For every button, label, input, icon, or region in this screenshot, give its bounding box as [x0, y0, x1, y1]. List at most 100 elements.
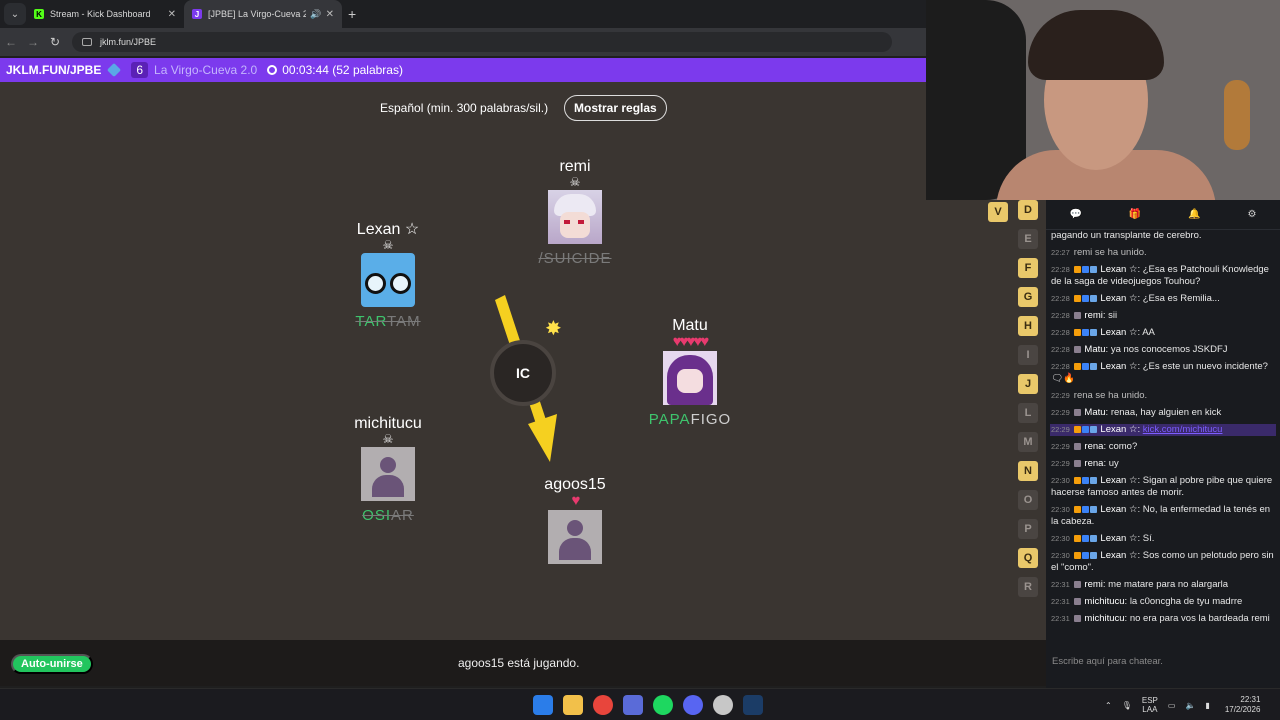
badge-icon — [1089, 328, 1097, 336]
volume-icon[interactable]: 🔈 — [1185, 701, 1195, 710]
windows-taskbar: ⌃ 🎙 ESP LAA ▭ 🔈 ▮ 22:31 17/2/2026 — [0, 688, 1280, 720]
badge-icon — [1073, 534, 1081, 542]
tab-jklm[interactable]: J [JPBE] La Virgo-Cueva 2.0 🔊 ✕ — [184, 0, 342, 28]
syllable: IC — [516, 365, 530, 381]
chat-message: 22:30 Lexan ☆: Sí. — [1051, 533, 1155, 544]
chrome-icon[interactable] — [593, 695, 613, 715]
chat-username[interactable]: Lexan ☆ — [1100, 293, 1137, 304]
room-name: La Virgo-Cueva 2.0 — [154, 63, 258, 77]
letter-m: M — [1018, 432, 1038, 452]
tab-kick-dashboard[interactable]: K Stream - Kick Dashboard ✕ — [26, 0, 184, 28]
chat-username[interactable]: Lexan ☆ — [1100, 550, 1137, 561]
kick-favicon-icon: K — [34, 9, 44, 19]
letter-q: Q — [1018, 548, 1038, 568]
chat-link[interactable]: kick.com/michitucu — [1143, 424, 1223, 435]
player-name: michitucu — [354, 415, 422, 432]
player-name: Lexan ☆ — [356, 221, 420, 238]
chat-username[interactable]: michitucu — [1084, 596, 1124, 607]
chat-bubble-icon[interactable]: 💬 — [1069, 209, 1081, 220]
battery-icon[interactable]: ▮ — [1205, 701, 1209, 710]
badge-icon — [1089, 551, 1097, 559]
letter-p: P — [1018, 519, 1038, 539]
letter-d: D — [1018, 200, 1038, 220]
steam-icon[interactable] — [743, 695, 763, 715]
badge-icon — [1073, 476, 1081, 484]
taskbar-clock[interactable]: 22:31 17/2/2026 — [1225, 695, 1261, 715]
bell-icon[interactable]: 🔔 — [1188, 209, 1200, 220]
chat-message: pagando un transplante de cerebro. — [1051, 230, 1202, 241]
chat-message: 22:29 Matu: renaa, hay alguien en kick — [1051, 407, 1222, 418]
url-input[interactable]: jklm.fun/JPBE — [72, 32, 892, 52]
badge-icon — [1073, 425, 1081, 433]
chat-username[interactable]: Lexan ☆ — [1100, 475, 1137, 486]
chat-username[interactable]: Lexan ☆ — [1100, 424, 1137, 435]
chat-username[interactable]: Lexan ☆ — [1100, 533, 1137, 544]
chat-message: 22:31 michitucu: la c0oncgha de tyu madr… — [1051, 596, 1243, 607]
forward-icon[interactable]: → — [22, 35, 44, 49]
avatar-icon — [1073, 597, 1081, 605]
vpn-icon[interactable] — [623, 695, 643, 715]
chat-username[interactable]: Lexan ☆ — [1100, 327, 1137, 338]
avatar-icon — [1073, 442, 1081, 450]
avatar — [361, 447, 415, 501]
back-icon[interactable]: ← — [0, 35, 22, 49]
tab-search-icon[interactable]: ⌄ — [4, 3, 26, 25]
chevron-up-icon[interactable]: ⌃ — [1105, 701, 1112, 710]
letter-l: L — [1018, 403, 1038, 423]
chat-username[interactable]: remi — [1084, 310, 1102, 321]
chat-message: 22:30 Lexan ☆: No, la enfermedad la tené… — [1051, 504, 1271, 527]
chat-username[interactable]: remi — [1084, 579, 1102, 590]
letter-g: G — [1018, 287, 1038, 307]
spotify-icon[interactable] — [653, 695, 673, 715]
site-info-icon[interactable] — [82, 38, 92, 46]
obs-icon[interactable] — [713, 695, 733, 715]
badge-icon — [1081, 476, 1089, 484]
clock-icon — [267, 65, 278, 75]
badge-icon — [1089, 265, 1097, 273]
gear-icon[interactable]: ⚙ — [1248, 209, 1257, 220]
heart-icon: ♥♥♥♥♥ — [672, 333, 710, 350]
close-icon[interactable]: ✕ — [168, 9, 176, 20]
chat-message: 22:31 michitucu: no era para vos la bard… — [1051, 613, 1270, 624]
chat-tabs: 💬 🎁 🔔 ⚙ — [1046, 200, 1280, 230]
chat-username[interactable]: Lexan ☆ — [1100, 361, 1137, 372]
chat-username[interactable]: rena — [1084, 458, 1103, 469]
last-word: TARTAM — [355, 313, 421, 330]
chat-message: 22:28 Lexan ☆: ¿Esa es Remilia... — [1051, 293, 1220, 304]
chat-input[interactable]: Escribe aquí para chatear. — [1046, 650, 1280, 678]
skull-icon: ☠ — [382, 432, 394, 446]
jklm-favicon-icon: J — [192, 9, 202, 19]
game-header: JKLM.FUN/JPBE 6 La Virgo-Cueva 2.0 00:03… — [0, 58, 926, 82]
chat-message: 22:27 remi se ha unido. — [1051, 247, 1147, 258]
room-code[interactable]: JKLM.FUN/JPBE — [6, 63, 101, 77]
discord-icon[interactable] — [683, 695, 703, 715]
chat-message: 22:30 Lexan ☆: Sos como un pelotudo pero… — [1051, 550, 1274, 573]
speaker-icon[interactable]: 🔊 — [310, 9, 321, 20]
reload-icon[interactable]: ↻ — [44, 35, 66, 49]
player-count[interactable]: 6 — [131, 62, 149, 78]
chat-message: 22:28 remi: sii — [1051, 310, 1118, 321]
chat-username[interactable]: Matu — [1084, 344, 1105, 355]
chat-username[interactable]: Matu — [1084, 407, 1105, 418]
avatar — [548, 510, 602, 564]
network-icon[interactable]: ▭ — [1168, 701, 1176, 710]
chat-message: 22:29 rena: como? — [1051, 441, 1138, 452]
microphone-icon[interactable]: 🎙 — [1122, 701, 1132, 710]
new-tab-icon[interactable]: + — [348, 6, 356, 22]
chat-username[interactable]: rena — [1084, 441, 1103, 452]
chat-panel: 💬 🎁 🔔 ⚙ pagando un transplante de cerebr… — [1046, 200, 1280, 688]
spark-icon: ✸ — [545, 318, 562, 340]
file-explorer-icon[interactable] — [563, 695, 583, 715]
chat-username[interactable]: Lexan ☆ — [1100, 504, 1137, 515]
windows-start-icon[interactable] — [533, 695, 553, 715]
chat-username[interactable]: michitucu — [1084, 613, 1124, 624]
avatar — [548, 190, 602, 244]
auto-join-button[interactable]: Auto-unirse — [11, 654, 93, 674]
guitar-icon — [1224, 80, 1250, 150]
gift-icon[interactable]: 🎁 — [1129, 209, 1141, 220]
language-indicator[interactable]: ESP LAA — [1142, 696, 1158, 714]
close-icon[interactable]: ✕ — [326, 9, 334, 20]
chat-username[interactable]: Lexan ☆ — [1100, 264, 1137, 275]
gem-icon — [107, 62, 122, 78]
webcam-overlay — [926, 0, 1280, 200]
